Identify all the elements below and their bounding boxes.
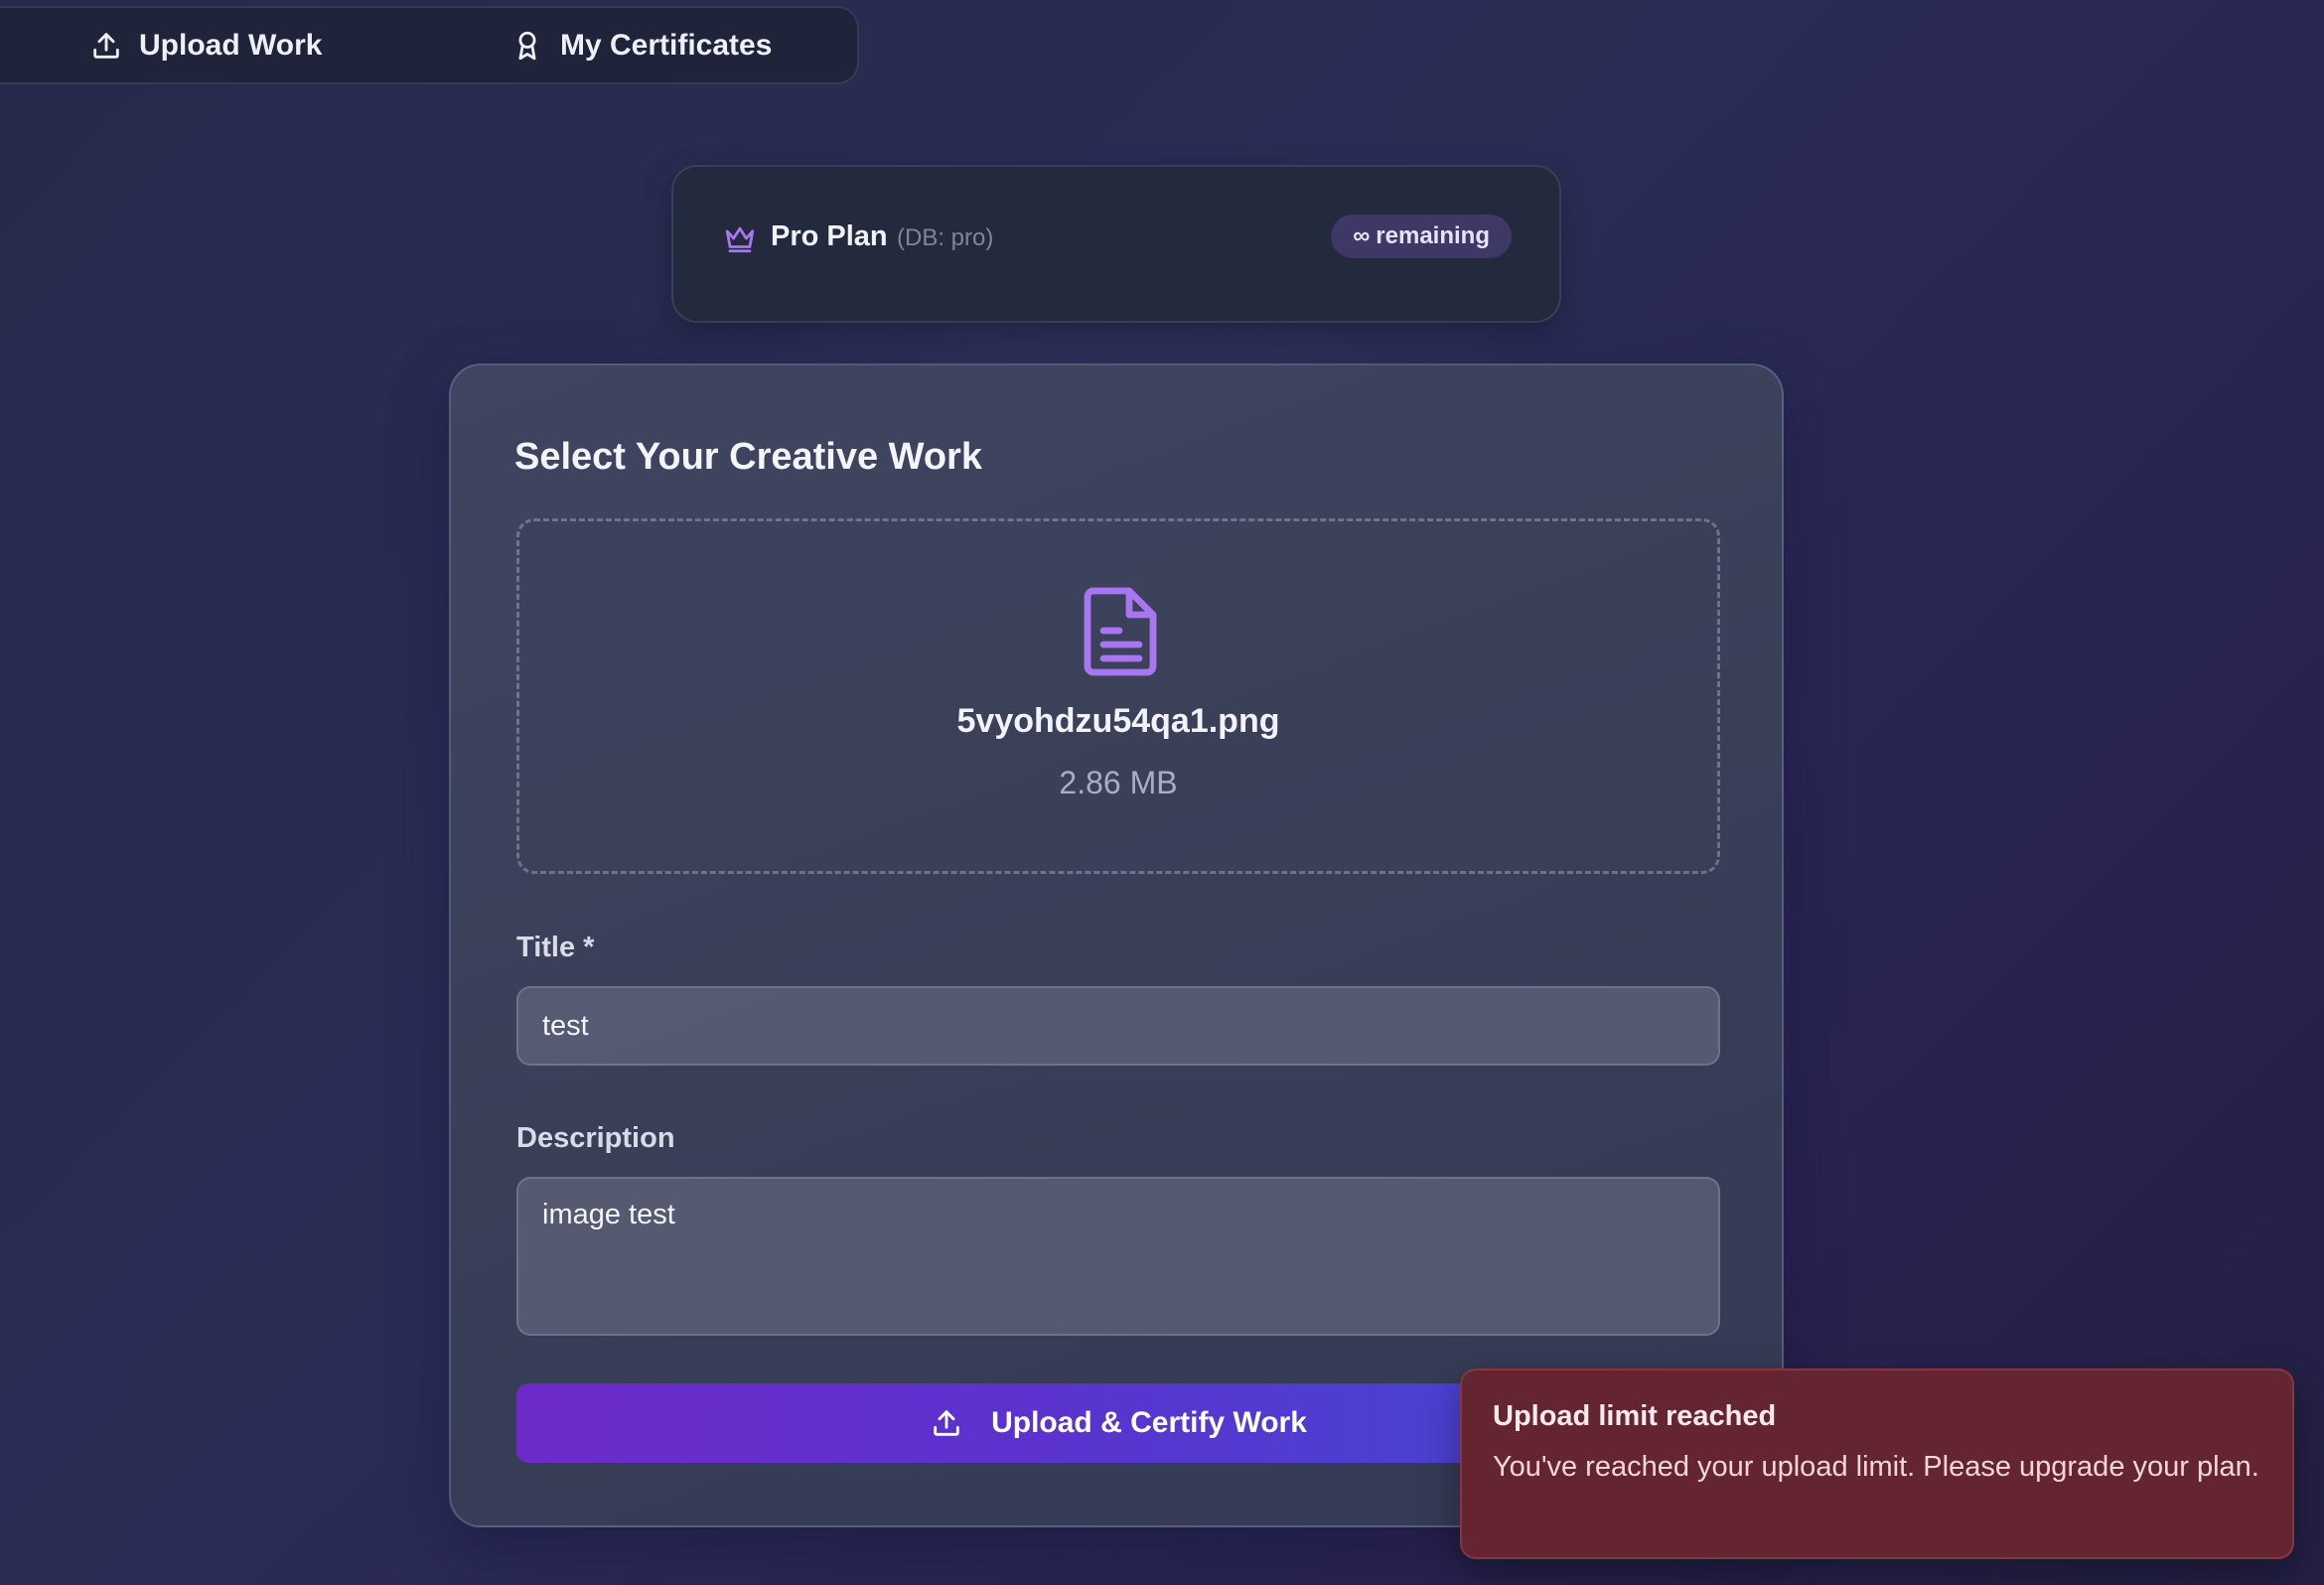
plan-name: Pro Plan <box>771 220 888 252</box>
file-dropzone[interactable]: 5vyohdzu54qa1.png 2.86 MB <box>516 518 1720 874</box>
remaining-badge-label: remaining <box>1376 222 1490 249</box>
nav-upload-work[interactable]: Upload Work <box>89 29 322 63</box>
award-icon <box>518 31 536 60</box>
upload-icon <box>93 32 119 59</box>
nav-certificates-label: My Certificates <box>560 28 773 62</box>
nav-upload-label: Upload Work <box>139 28 323 62</box>
description-label: Description <box>516 1122 675 1154</box>
crown-icon <box>725 226 755 253</box>
upload-form-card: Select Your Creative Work 5vyohdzu54qa1.… <box>449 363 1784 1527</box>
description-textarea[interactable]: image test <box>516 1177 1720 1336</box>
document-icon <box>1084 587 1157 676</box>
top-nav: Upload Work My Certificates <box>0 6 859 84</box>
upload-certify-label: Upload & Certify Work <box>991 1406 1307 1439</box>
title-label: Title * <box>516 932 595 963</box>
upload-icon <box>934 1410 959 1436</box>
infinity-icon: ∞ <box>1353 222 1371 249</box>
plan-db-note: (DB: pro) <box>897 224 994 251</box>
error-toast[interactable]: Upload limit reached You've reached your… <box>1460 1369 2294 1559</box>
plan-card: Pro Plan (DB: pro) ∞ remaining <box>671 165 1561 323</box>
selected-file-name: 5vyohdzu54qa1.png <box>956 702 1280 740</box>
remaining-badge: ∞ remaining <box>1331 215 1512 258</box>
title-input[interactable] <box>516 986 1720 1066</box>
toast-title: Upload limit reached <box>1493 1400 1777 1432</box>
toast-message: You've reached your upload limit. Please… <box>1493 1451 2259 1483</box>
section-title: Select Your Creative Work <box>514 436 982 478</box>
selected-file-size: 2.86 MB <box>1059 765 1178 800</box>
nav-my-certificates[interactable]: My Certificates <box>510 29 772 63</box>
